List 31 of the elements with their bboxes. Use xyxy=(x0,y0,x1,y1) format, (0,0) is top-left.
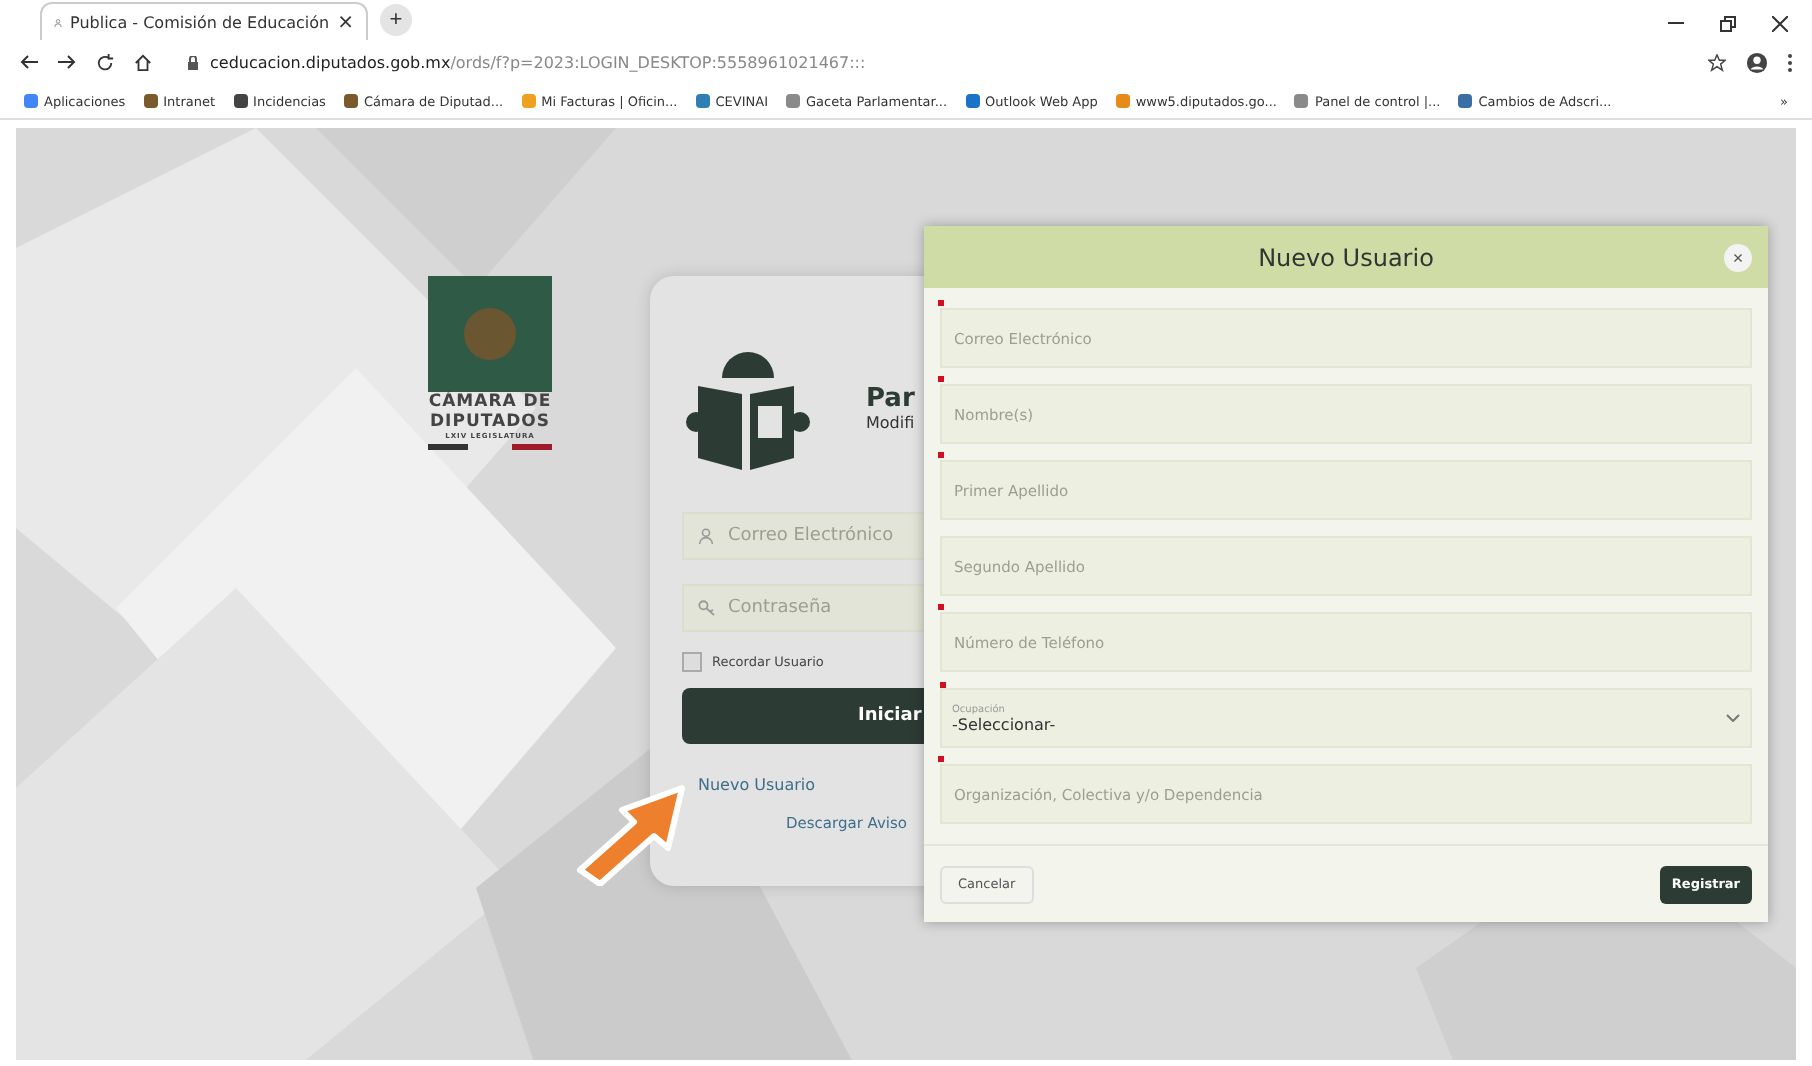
card-subtitle: Modifi xyxy=(866,414,915,432)
back-arrow-icon[interactable] xyxy=(20,54,38,70)
user-icon xyxy=(698,528,714,544)
dialog-title: Nuevo Usuario xyxy=(1258,243,1434,272)
minimize-icon[interactable] xyxy=(1668,22,1684,26)
logo-text: DIPUTADOS xyxy=(430,412,550,432)
flag-stripe xyxy=(512,444,552,450)
star-icon[interactable] xyxy=(1708,53,1726,71)
new-tab-button[interactable]: + xyxy=(380,4,412,36)
arrow-icon xyxy=(574,782,690,886)
tab-title: Publica - Comisión de Educación xyxy=(70,13,330,31)
reload-icon[interactable] xyxy=(96,53,114,71)
url-host: ceducacion.diputados.gob.mx xyxy=(210,53,451,71)
close-button[interactable]: × xyxy=(1724,244,1752,272)
logo-text: CÁMARA DE xyxy=(428,392,552,412)
forward-arrow-icon[interactable] xyxy=(58,54,76,70)
browser-tab[interactable]: Publica - Comisión de Educación × xyxy=(40,2,368,40)
account-icon[interactable] xyxy=(1746,51,1768,73)
person-icon xyxy=(54,13,63,31)
key-icon xyxy=(698,600,716,616)
card-title: Par xyxy=(866,384,915,414)
emblem-drawing xyxy=(428,276,552,392)
url-path: /ords/f?p=2023:LOGIN_DESKTOP:5558961021467::: xyxy=(450,53,866,71)
close-icon[interactable] xyxy=(1772,16,1788,32)
chevron-down-icon xyxy=(1726,714,1740,723)
home-icon[interactable] xyxy=(134,53,152,71)
address-bar[interactable]: ceducacion.diputados.gob.mx/ords/f?p=2023:LOGIN_DESKTOP:5558961021467::: xyxy=(172,44,1688,80)
restore-icon[interactable] xyxy=(1720,16,1736,32)
flag-stripe xyxy=(428,444,468,450)
lock-icon xyxy=(188,55,198,69)
tab-close-button[interactable]: × xyxy=(337,11,354,33)
